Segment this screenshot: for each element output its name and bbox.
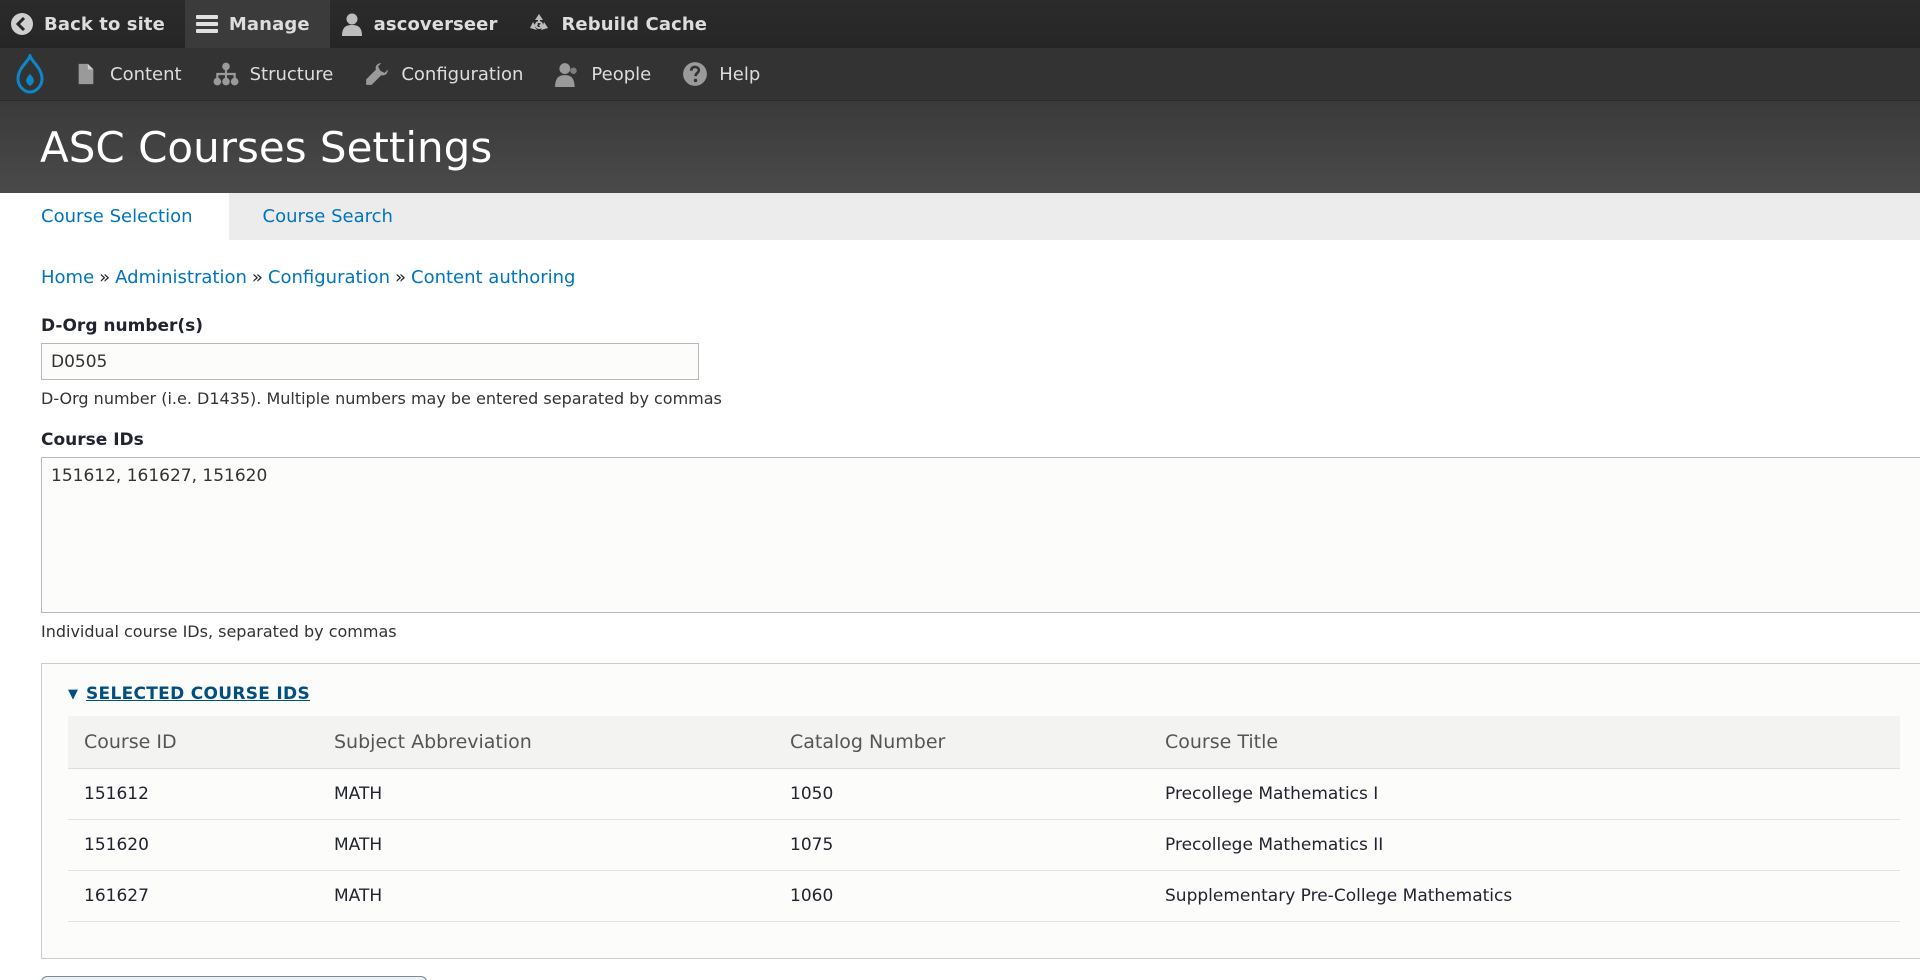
column-header-course-id: Course ID xyxy=(68,716,318,769)
cell-title: Precollege Mathematics II xyxy=(1149,819,1900,871)
table-row: 151612 MATH 1050 Precollege Mathematics … xyxy=(68,768,1900,820)
course-ids-form-item: Course IDs 151612, 161627, 151620 Indivi… xyxy=(41,428,1920,641)
table-header-row: Course ID Subject Abbreviation Catalog N… xyxy=(68,716,1900,769)
tray-item-people-label: People xyxy=(591,63,652,85)
rebuild-cache-label: Rebuild Cache xyxy=(561,13,708,35)
breadcrumb-separator: » xyxy=(99,266,111,288)
tray-item-help-label: Help xyxy=(719,63,761,85)
cell-subject: MATH xyxy=(318,870,774,922)
column-header-subject: Subject Abbreviation xyxy=(318,716,774,769)
help-icon xyxy=(681,60,709,88)
recycle-icon xyxy=(527,12,551,36)
back-to-site-link[interactable]: Back to site xyxy=(0,0,185,48)
manage-label: Manage xyxy=(228,13,310,35)
cell-catalog: 1075 xyxy=(774,819,1149,871)
cell-catalog: 1050 xyxy=(774,768,1149,820)
summary-label: SELECTED COURSE IDS xyxy=(86,684,310,704)
rebuild-cache-link[interactable]: Rebuild Cache xyxy=(517,0,727,48)
back-circle-icon xyxy=(10,12,34,36)
user-icon xyxy=(340,12,364,36)
tray-item-structure[interactable]: Structure xyxy=(200,48,352,101)
main-content: Home » Administration » Configuration » … xyxy=(0,240,1920,959)
page-title: ASC Courses Settings xyxy=(40,122,493,172)
cell-course-id: 161627 xyxy=(68,870,318,922)
hamburger-icon xyxy=(195,12,219,36)
dorg-form-item: D-Org number(s) D0505 D-Org number (i.e.… xyxy=(41,314,1920,408)
tray-item-structure-label: Structure xyxy=(249,63,334,85)
wrench-icon xyxy=(363,60,391,88)
drupal-logo-icon[interactable] xyxy=(10,48,50,101)
breadcrumb-configuration[interactable]: Configuration xyxy=(268,267,390,288)
file-icon xyxy=(72,60,100,88)
admin-tray: Content Structure Configuration People H… xyxy=(0,48,1920,101)
selected-course-ids-summary[interactable]: ▼ SELECTED COURSE IDS xyxy=(68,682,1920,706)
dorg-description: D-Org number (i.e. D1435). Multiple numb… xyxy=(41,388,722,408)
table-row: 151620 MATH 1075 Precollege Mathematics … xyxy=(68,819,1900,871)
back-to-site-label: Back to site xyxy=(44,13,165,35)
breadcrumb: Home » Administration » Configuration » … xyxy=(41,264,1920,290)
admin-toolbar: Back to site Manage ascoverseer Rebuild … xyxy=(0,0,1920,48)
tray-item-people[interactable]: People xyxy=(541,48,669,101)
people-icon xyxy=(553,60,581,88)
dorg-label: D-Org number(s) xyxy=(41,316,204,336)
selected-course-ids-details: ▼ SELECTED COURSE IDS Course ID Subject … xyxy=(41,663,1920,959)
tray-item-help[interactable]: Help xyxy=(669,48,778,101)
breadcrumb-separator: » xyxy=(394,266,406,288)
course-ids-textarea[interactable]: 151612, 161627, 151620 xyxy=(41,457,1920,613)
table-row: 161627 MATH 1060 Supplementary Pre-Colle… xyxy=(68,870,1900,922)
cell-subject: MATH xyxy=(318,819,774,871)
manage-tab[interactable]: Manage xyxy=(184,0,330,48)
primary-tabs: Course Selection Course Search xyxy=(0,193,1920,240)
selected-courses-table: Course ID Subject Abbreviation Catalog N… xyxy=(68,716,1900,922)
tray-item-configuration[interactable]: Configuration xyxy=(351,48,541,101)
cell-subject: MATH xyxy=(318,768,774,820)
tab-course-search[interactable]: Course Search xyxy=(229,193,429,240)
sitemap-icon xyxy=(212,60,240,88)
course-ids-description: Individual course IDs, separated by comm… xyxy=(41,621,397,641)
column-header-catalog: Catalog Number xyxy=(774,716,1149,769)
save-button-partial[interactable] xyxy=(41,976,427,980)
column-header-title: Course Title xyxy=(1149,716,1900,769)
username-label: ascoverseer xyxy=(373,13,498,35)
user-menu[interactable]: ascoverseer xyxy=(330,0,518,48)
course-ids-value: 151612, 161627, 151620 xyxy=(51,466,268,486)
tray-item-configuration-label: Configuration xyxy=(401,63,524,85)
breadcrumb-content-authoring[interactable]: Content authoring xyxy=(411,267,575,288)
cell-title: Precollege Mathematics I xyxy=(1149,768,1900,820)
dorg-input[interactable]: D0505 xyxy=(41,343,699,380)
cell-course-id: 151612 xyxy=(68,768,318,820)
breadcrumb-home[interactable]: Home xyxy=(41,267,94,288)
tray-item-content-label: Content xyxy=(110,63,182,85)
breadcrumb-separator: » xyxy=(251,266,263,288)
breadcrumb-administration[interactable]: Administration xyxy=(115,267,247,288)
caret-down-icon: ▼ xyxy=(68,686,78,702)
page-header: ASC Courses Settings xyxy=(0,101,1920,193)
tab-course-selection[interactable]: Course Selection xyxy=(0,193,229,240)
course-ids-label: Course IDs xyxy=(41,430,144,450)
tray-item-content[interactable]: Content xyxy=(60,48,200,101)
cell-course-id: 151620 xyxy=(68,819,318,871)
cell-title: Supplementary Pre-College Mathematics xyxy=(1149,870,1900,922)
cell-catalog: 1060 xyxy=(774,870,1149,922)
